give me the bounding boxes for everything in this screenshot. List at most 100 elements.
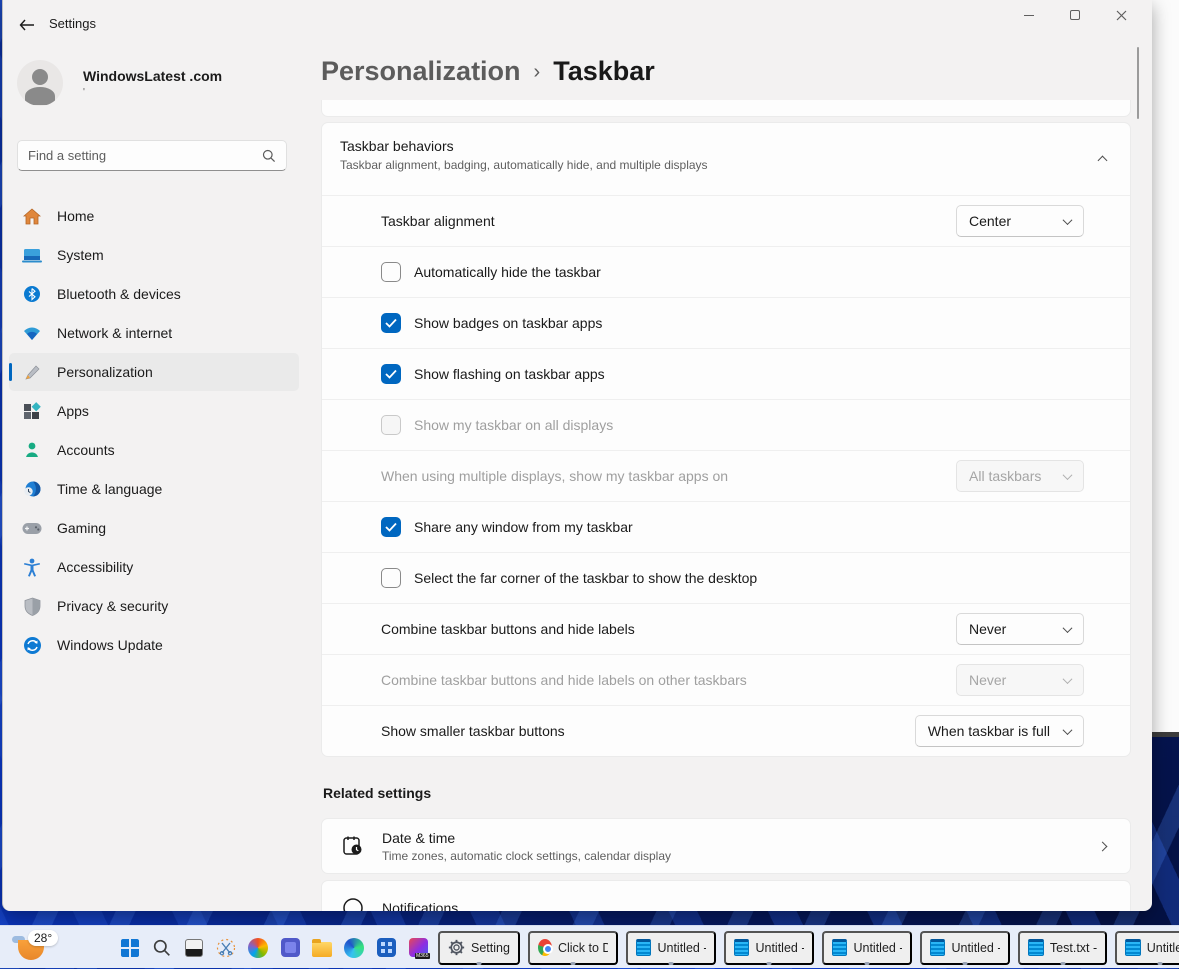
sidebar: WindowsLatest .com ' Find a setting Home — [3, 48, 313, 911]
related-date-time[interactable]: Date & time Time zones, automatic clock … — [321, 818, 1131, 874]
sidebar-item-label: Gaming — [57, 520, 106, 536]
gaming-icon — [21, 518, 43, 538]
taskbar-button-label: Untitled - — [755, 941, 803, 955]
sidebar-item-network-internet[interactable]: Network & internet — [9, 314, 299, 352]
chevron-down-icon — [1063, 470, 1073, 480]
file-explorer-icon — [312, 942, 332, 957]
related-item-subtitle: Time zones, automatic clock settings, ca… — [382, 849, 671, 863]
taskbar-button-testtxt[interactable]: Test.txt - — [1018, 931, 1107, 965]
sidebar-item-label: Accounts — [57, 442, 115, 458]
combine-buttons-dropdown[interactable]: Never — [956, 613, 1084, 645]
m365-button[interactable]: M365 — [406, 936, 430, 960]
desktop-app-button[interactable] — [182, 936, 206, 960]
search-icon — [262, 149, 276, 163]
chevron-down-icon — [1063, 725, 1073, 735]
sidebar-item-time-language[interactable]: Time & language — [9, 470, 299, 508]
sidebar-item-privacy-security[interactable]: Privacy & security — [9, 587, 299, 625]
row-label: Show flashing on taskbar apps — [414, 366, 605, 382]
taskbar-items: M365 Setting Click to Do Untitled - Unti… — [118, 926, 1179, 969]
maximize-button[interactable] — [1052, 0, 1098, 30]
app-grid-button[interactable] — [374, 936, 398, 960]
sidebar-item-personalization[interactable]: Personalization — [9, 353, 299, 391]
back-button[interactable] — [11, 13, 43, 37]
breadcrumb: Personalization › Taskbar — [321, 56, 655, 87]
taskbar-button-notepad-5[interactable]: Untitled - — [1115, 931, 1179, 965]
edge-icon — [344, 938, 364, 958]
sidebar-item-label: Network & internet — [57, 325, 172, 341]
row-label: Show smaller taskbar buttons — [381, 723, 565, 739]
sidebar-item-bluetooth-devices[interactable]: Bluetooth & devices — [9, 275, 299, 313]
expander-header[interactable]: Taskbar behaviors Taskbar alignment, bad… — [322, 123, 1130, 195]
background-window[interactable] — [1150, 0, 1179, 737]
sidebar-item-windows-update[interactable]: Windows Update — [9, 626, 299, 664]
sidebar-item-system[interactable]: System — [9, 236, 299, 274]
accounts-icon — [21, 440, 43, 460]
row-label: Show my taskbar on all displays — [414, 417, 613, 433]
desktop-app-icon — [185, 939, 203, 957]
sidebar-item-apps[interactable]: Apps — [9, 392, 299, 430]
row-label: When using multiple displays, show my ta… — [381, 468, 728, 484]
minimize-button[interactable] — [1006, 0, 1052, 30]
breadcrumb-taskbar: Taskbar — [553, 56, 655, 87]
taskbar-alignment-dropdown[interactable]: Center — [956, 205, 1084, 237]
titlebar: Settings — [3, 0, 1152, 48]
breadcrumb-separator: › — [534, 61, 541, 84]
windows-update-icon — [21, 635, 43, 655]
edge-button[interactable] — [342, 936, 366, 960]
notifications-icon — [340, 895, 366, 911]
close-button[interactable] — [1098, 0, 1144, 30]
file-explorer-button[interactable] — [310, 936, 334, 960]
checkbox-show-badges[interactable] — [381, 313, 401, 333]
date-time-icon — [340, 833, 366, 859]
taskbar-button-label: Untitled - — [1147, 941, 1179, 955]
taskbar-button-notepad-3[interactable]: Untitled - — [822, 931, 912, 965]
row-share-window: Share any window from my taskbar — [322, 501, 1130, 552]
notepad-icon — [930, 939, 946, 956]
app-grid-icon — [377, 938, 396, 957]
checkbox-show-flashing[interactable] — [381, 364, 401, 384]
snipping-tool-button[interactable] — [214, 936, 238, 960]
checkbox-far-corner[interactable] — [381, 568, 401, 588]
taskbar-search-button[interactable] — [150, 936, 174, 960]
search-input[interactable]: Find a setting — [17, 140, 287, 171]
taskbar-button-notepad-1[interactable]: Untitled - — [626, 931, 716, 965]
sidebar-item-accounts[interactable]: Accounts — [9, 431, 299, 469]
dropdown-value: Never — [969, 672, 1050, 688]
home-icon — [21, 206, 43, 226]
network-icon — [21, 323, 43, 343]
related-item-title: Notifications — [382, 900, 458, 911]
start-button[interactable] — [118, 936, 142, 960]
maximize-icon — [1070, 10, 1080, 20]
related-notifications[interactable]: Notifications — [321, 880, 1131, 911]
sidebar-item-label: Privacy & security — [57, 598, 168, 614]
section-title: Taskbar behaviors — [340, 138, 1108, 154]
row-label: Taskbar alignment — [381, 213, 495, 229]
dropdown-value: When taskbar is full — [928, 723, 1050, 739]
widgets-weather-button[interactable]: 28° — [6, 928, 72, 966]
taskbar-button-notepad-2[interactable]: Untitled - — [724, 931, 814, 965]
chevron-down-icon — [1063, 674, 1073, 684]
checkbox-auto-hide[interactable] — [381, 262, 401, 282]
sidebar-item-gaming[interactable]: Gaming — [9, 509, 299, 547]
taskbar-button-chrome[interactable]: Click to Do — [528, 931, 618, 965]
accessibility-icon — [21, 557, 43, 577]
copilot-button[interactable] — [246, 936, 270, 960]
taskbar-button-settings[interactable]: Setting — [438, 931, 520, 965]
taskbar-button-label: Untitled - — [951, 941, 999, 955]
system-icon — [21, 245, 43, 265]
copilot-icon — [248, 938, 268, 958]
breadcrumb-personalization[interactable]: Personalization — [321, 56, 521, 87]
teams-button[interactable] — [278, 936, 302, 960]
sidebar-item-home[interactable]: Home — [9, 197, 299, 235]
scrollbar-thumb[interactable] — [1137, 47, 1139, 119]
sidebar-item-accessibility[interactable]: Accessibility — [9, 548, 299, 586]
close-icon — [1116, 10, 1127, 21]
time-language-icon — [21, 479, 43, 499]
profile[interactable]: WindowsLatest .com ' — [17, 60, 222, 106]
checkbox-share-window[interactable] — [381, 517, 401, 537]
row-multiple-displays-apps: When using multiple displays, show my ta… — [322, 450, 1130, 501]
back-arrow-icon — [19, 19, 35, 31]
chrome-icon — [538, 939, 552, 956]
taskbar-button-notepad-4[interactable]: Untitled - — [920, 931, 1010, 965]
smaller-buttons-dropdown[interactable]: When taskbar is full — [915, 715, 1084, 747]
